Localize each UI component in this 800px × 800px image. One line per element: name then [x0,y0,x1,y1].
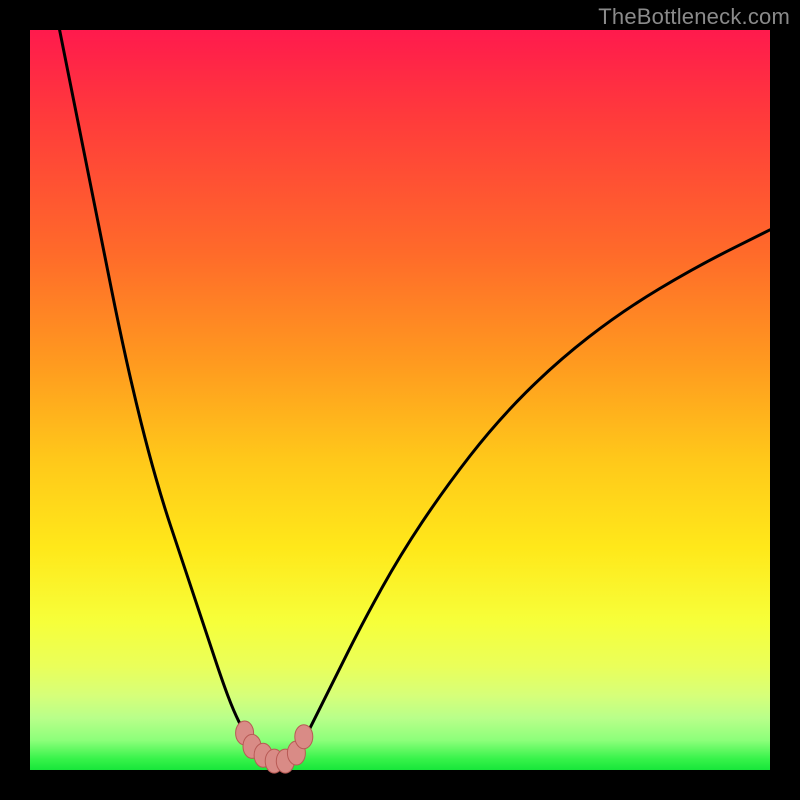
curve-layer [30,30,770,770]
watermark-text: TheBottleneck.com [598,4,790,30]
valley-marker-6 [295,725,313,749]
series-group [60,30,770,763]
chart-frame: TheBottleneck.com [0,0,800,800]
series-left-branch [60,30,264,755]
series-right-branch [296,230,770,755]
plot-area [30,30,770,770]
marker-group [236,721,313,773]
